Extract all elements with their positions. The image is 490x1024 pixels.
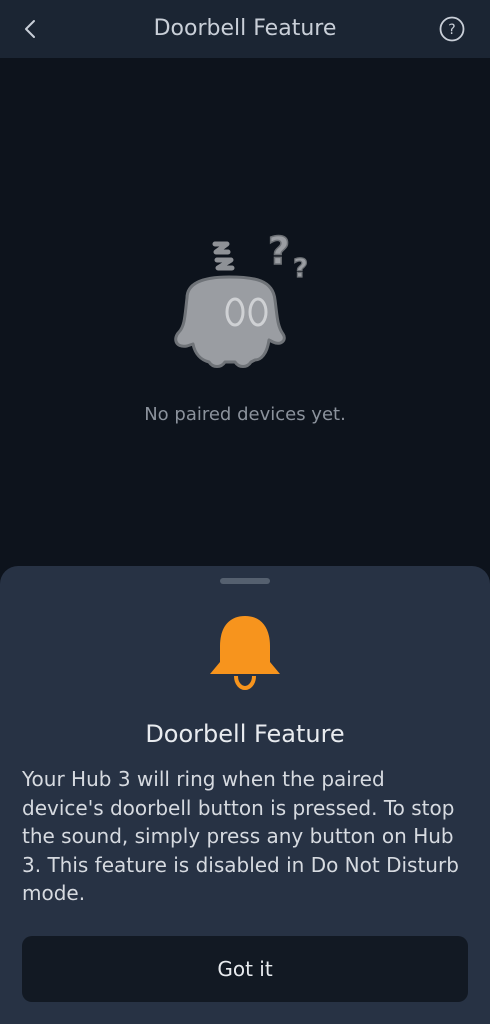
- empty-state-message: No paired devices yet.: [144, 404, 346, 425]
- svg-text:?: ?: [268, 229, 290, 273]
- page-title: Doorbell Feature: [153, 16, 337, 41]
- doorbell-feature-screen: Doorbell Feature ? ? ? No paired devices…: [0, 0, 490, 1024]
- sheet-drag-handle[interactable]: [220, 578, 270, 584]
- got-it-button[interactable]: Got it: [22, 936, 468, 1002]
- svg-text:?: ?: [293, 254, 308, 284]
- sheet-description: Your Hub 3 will ring when the paired dev…: [22, 767, 459, 906]
- help-circle-icon: ?: [439, 16, 465, 42]
- sheet-title: Doorbell Feature: [145, 720, 345, 748]
- app-header: Doorbell Feature ?: [0, 0, 490, 58]
- bell-icon: [210, 616, 280, 690]
- bottom-sheet: Doorbell Feature Your Hub 3 will ring wh…: [0, 566, 490, 1024]
- help-button[interactable]: ?: [438, 15, 466, 43]
- confused-ghost-illustration: ? ?: [174, 228, 309, 368]
- svg-text:?: ?: [448, 22, 455, 38]
